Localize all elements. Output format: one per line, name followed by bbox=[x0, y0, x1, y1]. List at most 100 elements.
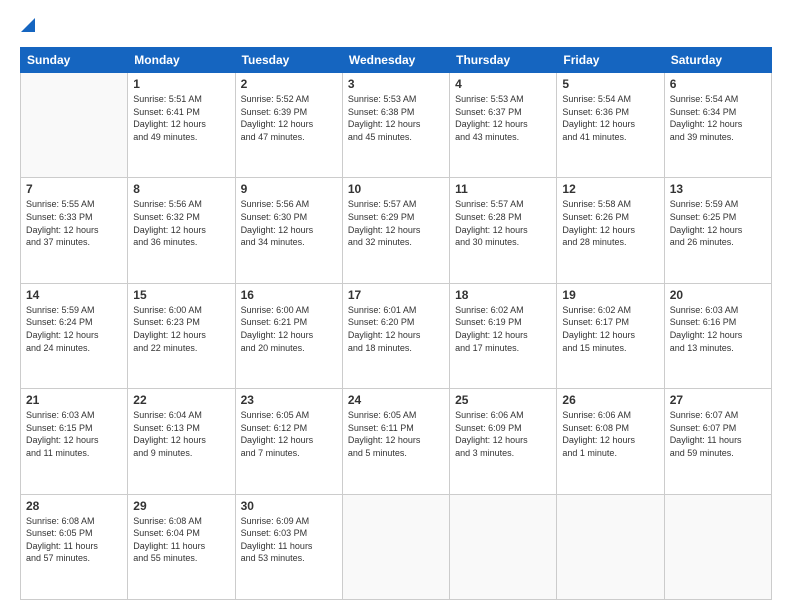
day-number: 1 bbox=[133, 77, 229, 91]
day-info: Sunrise: 5:53 AM Sunset: 6:38 PM Dayligh… bbox=[348, 93, 444, 143]
day-number: 3 bbox=[348, 77, 444, 91]
calendar-cell: 11 Sunrise: 5:57 AM Sunset: 6:28 PM Dayli… bbox=[450, 178, 557, 283]
day-info: Sunrise: 6:02 AM Sunset: 6:19 PM Dayligh… bbox=[455, 304, 551, 354]
week-row-1: 7 Sunrise: 5:55 AM Sunset: 6:33 PM Daylig… bbox=[21, 178, 772, 283]
day-info: Sunrise: 6:02 AM Sunset: 6:17 PM Dayligh… bbox=[562, 304, 658, 354]
day-info: Sunrise: 6:01 AM Sunset: 6:20 PM Dayligh… bbox=[348, 304, 444, 354]
calendar-cell: 16Sunrise: 6:00 AM Sunset: 6:21 PM Dayli… bbox=[235, 283, 342, 388]
weekday-header-wednesday: Wednesday bbox=[342, 48, 449, 73]
day-number: 22 bbox=[133, 393, 229, 407]
day-info: Sunrise: 5:58 AM Sunset: 6:26 PM Dayligh… bbox=[562, 198, 658, 248]
day-number: 13 bbox=[670, 182, 766, 196]
day-number: 6 bbox=[670, 77, 766, 91]
calendar-cell: 17 Sunrise: 6:01 AM Sunset: 6:20 PM Dayli… bbox=[342, 283, 449, 388]
calendar-cell: 5 Sunrise: 5:54 AM Sunset: 6:36 PM Daylig… bbox=[557, 73, 664, 178]
day-number: 27 bbox=[670, 393, 766, 407]
weekday-header-row: SundayMondayTuesdayWednesdayThursdayFrid… bbox=[21, 48, 772, 73]
day-number: 17 bbox=[348, 288, 444, 302]
calendar-cell: 4Sunrise: 5:53 AM Sunset: 6:37 PM Daylig… bbox=[450, 73, 557, 178]
day-number: 20 bbox=[670, 288, 766, 302]
calendar-cell: 10 Sunrise: 5:57 AM Sunset: 6:29 PM Dayli… bbox=[342, 178, 449, 283]
day-info: Sunrise: 6:08 AM Sunset: 6:05 PM Dayligh… bbox=[26, 515, 122, 565]
day-info: Sunrise: 6:00 AM Sunset: 6:23 PM Dayligh… bbox=[133, 304, 229, 354]
calendar-cell: 1 Sunrise: 5:51 AM Sunset: 6:41 PM Daylig… bbox=[128, 73, 235, 178]
calendar-cell: 6Sunrise: 5:54 AM Sunset: 6:34 PM Daylig… bbox=[664, 73, 771, 178]
calendar-table: SundayMondayTuesdayWednesdayThursdayFrid… bbox=[20, 47, 772, 600]
weekday-header-sunday: Sunday bbox=[21, 48, 128, 73]
day-number: 25 bbox=[455, 393, 551, 407]
day-info: Sunrise: 5:51 AM Sunset: 6:41 PM Dayligh… bbox=[133, 93, 229, 143]
day-number: 18 bbox=[455, 288, 551, 302]
calendar-cell bbox=[557, 494, 664, 599]
calendar-cell: 23Sunrise: 6:05 AM Sunset: 6:12 PM Dayli… bbox=[235, 389, 342, 494]
day-info: Sunrise: 6:03 AM Sunset: 6:15 PM Dayligh… bbox=[26, 409, 122, 459]
day-number: 23 bbox=[241, 393, 337, 407]
calendar-cell bbox=[342, 494, 449, 599]
header bbox=[20, 18, 772, 37]
day-info: Sunrise: 5:55 AM Sunset: 6:33 PM Dayligh… bbox=[26, 198, 122, 248]
calendar-cell: 12 Sunrise: 5:58 AM Sunset: 6:26 PM Dayli… bbox=[557, 178, 664, 283]
weekday-header-saturday: Saturday bbox=[664, 48, 771, 73]
day-number: 24 bbox=[348, 393, 444, 407]
calendar-cell: 19 Sunrise: 6:02 AM Sunset: 6:17 PM Dayli… bbox=[557, 283, 664, 388]
day-number: 10 bbox=[348, 182, 444, 196]
day-info: Sunrise: 5:56 AM Sunset: 6:32 PM Dayligh… bbox=[133, 198, 229, 248]
calendar-cell: 13 Sunrise: 5:59 AM Sunset: 6:25 PM Dayli… bbox=[664, 178, 771, 283]
day-number: 19 bbox=[562, 288, 658, 302]
calendar-cell: 3 Sunrise: 5:53 AM Sunset: 6:38 PM Daylig… bbox=[342, 73, 449, 178]
day-info: Sunrise: 6:09 AM Sunset: 6:03 PM Dayligh… bbox=[241, 515, 337, 565]
logo bbox=[20, 18, 35, 37]
day-number: 28 bbox=[26, 499, 122, 513]
day-number: 12 bbox=[562, 182, 658, 196]
calendar-cell: 29 Sunrise: 6:08 AM Sunset: 6:04 PM Dayli… bbox=[128, 494, 235, 599]
calendar-cell: 18 Sunrise: 6:02 AM Sunset: 6:19 PM Dayli… bbox=[450, 283, 557, 388]
calendar-cell: 21 Sunrise: 6:03 AM Sunset: 6:15 PM Dayli… bbox=[21, 389, 128, 494]
day-info: Sunrise: 6:04 AM Sunset: 6:13 PM Dayligh… bbox=[133, 409, 229, 459]
day-number: 14 bbox=[26, 288, 122, 302]
weekday-header-friday: Friday bbox=[557, 48, 664, 73]
calendar-cell bbox=[450, 494, 557, 599]
day-number: 11 bbox=[455, 182, 551, 196]
day-info: Sunrise: 6:03 AM Sunset: 6:16 PM Dayligh… bbox=[670, 304, 766, 354]
day-number: 15 bbox=[133, 288, 229, 302]
day-number: 26 bbox=[562, 393, 658, 407]
week-row-3: 21 Sunrise: 6:03 AM Sunset: 6:15 PM Dayli… bbox=[21, 389, 772, 494]
day-info: Sunrise: 6:07 AM Sunset: 6:07 PM Dayligh… bbox=[670, 409, 766, 459]
day-number: 9 bbox=[241, 182, 337, 196]
day-number: 5 bbox=[562, 77, 658, 91]
day-info: Sunrise: 5:52 AM Sunset: 6:39 PM Dayligh… bbox=[241, 93, 337, 143]
day-number: 8 bbox=[133, 182, 229, 196]
calendar-cell: 25Sunrise: 6:06 AM Sunset: 6:09 PM Dayli… bbox=[450, 389, 557, 494]
logo-arrow-icon bbox=[21, 18, 35, 32]
week-row-2: 14 Sunrise: 5:59 AM Sunset: 6:24 PM Dayli… bbox=[21, 283, 772, 388]
day-info: Sunrise: 5:57 AM Sunset: 6:29 PM Dayligh… bbox=[348, 198, 444, 248]
weekday-header-tuesday: Tuesday bbox=[235, 48, 342, 73]
calendar-cell: 14 Sunrise: 5:59 AM Sunset: 6:24 PM Dayli… bbox=[21, 283, 128, 388]
weekday-header-thursday: Thursday bbox=[450, 48, 557, 73]
calendar-cell: 22 Sunrise: 6:04 AM Sunset: 6:13 PM Dayli… bbox=[128, 389, 235, 494]
week-row-0: 1 Sunrise: 5:51 AM Sunset: 6:41 PM Daylig… bbox=[21, 73, 772, 178]
day-info: Sunrise: 5:54 AM Sunset: 6:36 PM Dayligh… bbox=[562, 93, 658, 143]
day-info: Sunrise: 6:08 AM Sunset: 6:04 PM Dayligh… bbox=[133, 515, 229, 565]
day-info: Sunrise: 5:59 AM Sunset: 6:24 PM Dayligh… bbox=[26, 304, 122, 354]
calendar-cell: 26Sunrise: 6:06 AM Sunset: 6:08 PM Dayli… bbox=[557, 389, 664, 494]
calendar-cell: 2 Sunrise: 5:52 AM Sunset: 6:39 PM Daylig… bbox=[235, 73, 342, 178]
day-number: 7 bbox=[26, 182, 122, 196]
calendar-cell: 24 Sunrise: 6:05 AM Sunset: 6:11 PM Dayli… bbox=[342, 389, 449, 494]
day-number: 2 bbox=[241, 77, 337, 91]
day-info: Sunrise: 5:57 AM Sunset: 6:28 PM Dayligh… bbox=[455, 198, 551, 248]
day-number: 30 bbox=[241, 499, 337, 513]
page: SundayMondayTuesdayWednesdayThursdayFrid… bbox=[0, 0, 792, 612]
calendar-cell: 20 Sunrise: 6:03 AM Sunset: 6:16 PM Dayli… bbox=[664, 283, 771, 388]
day-number: 29 bbox=[133, 499, 229, 513]
day-number: 21 bbox=[26, 393, 122, 407]
day-info: Sunrise: 5:59 AM Sunset: 6:25 PM Dayligh… bbox=[670, 198, 766, 248]
day-info: Sunrise: 5:56 AM Sunset: 6:30 PM Dayligh… bbox=[241, 198, 337, 248]
calendar-cell: 9 Sunrise: 5:56 AM Sunset: 6:30 PM Daylig… bbox=[235, 178, 342, 283]
calendar-cell bbox=[664, 494, 771, 599]
weekday-header-monday: Monday bbox=[128, 48, 235, 73]
calendar-cell: 15 Sunrise: 6:00 AM Sunset: 6:23 PM Dayli… bbox=[128, 283, 235, 388]
day-info: Sunrise: 6:05 AM Sunset: 6:11 PM Dayligh… bbox=[348, 409, 444, 459]
calendar-cell: 30 Sunrise: 6:09 AM Sunset: 6:03 PM Dayli… bbox=[235, 494, 342, 599]
calendar-cell: 28 Sunrise: 6:08 AM Sunset: 6:05 PM Dayli… bbox=[21, 494, 128, 599]
